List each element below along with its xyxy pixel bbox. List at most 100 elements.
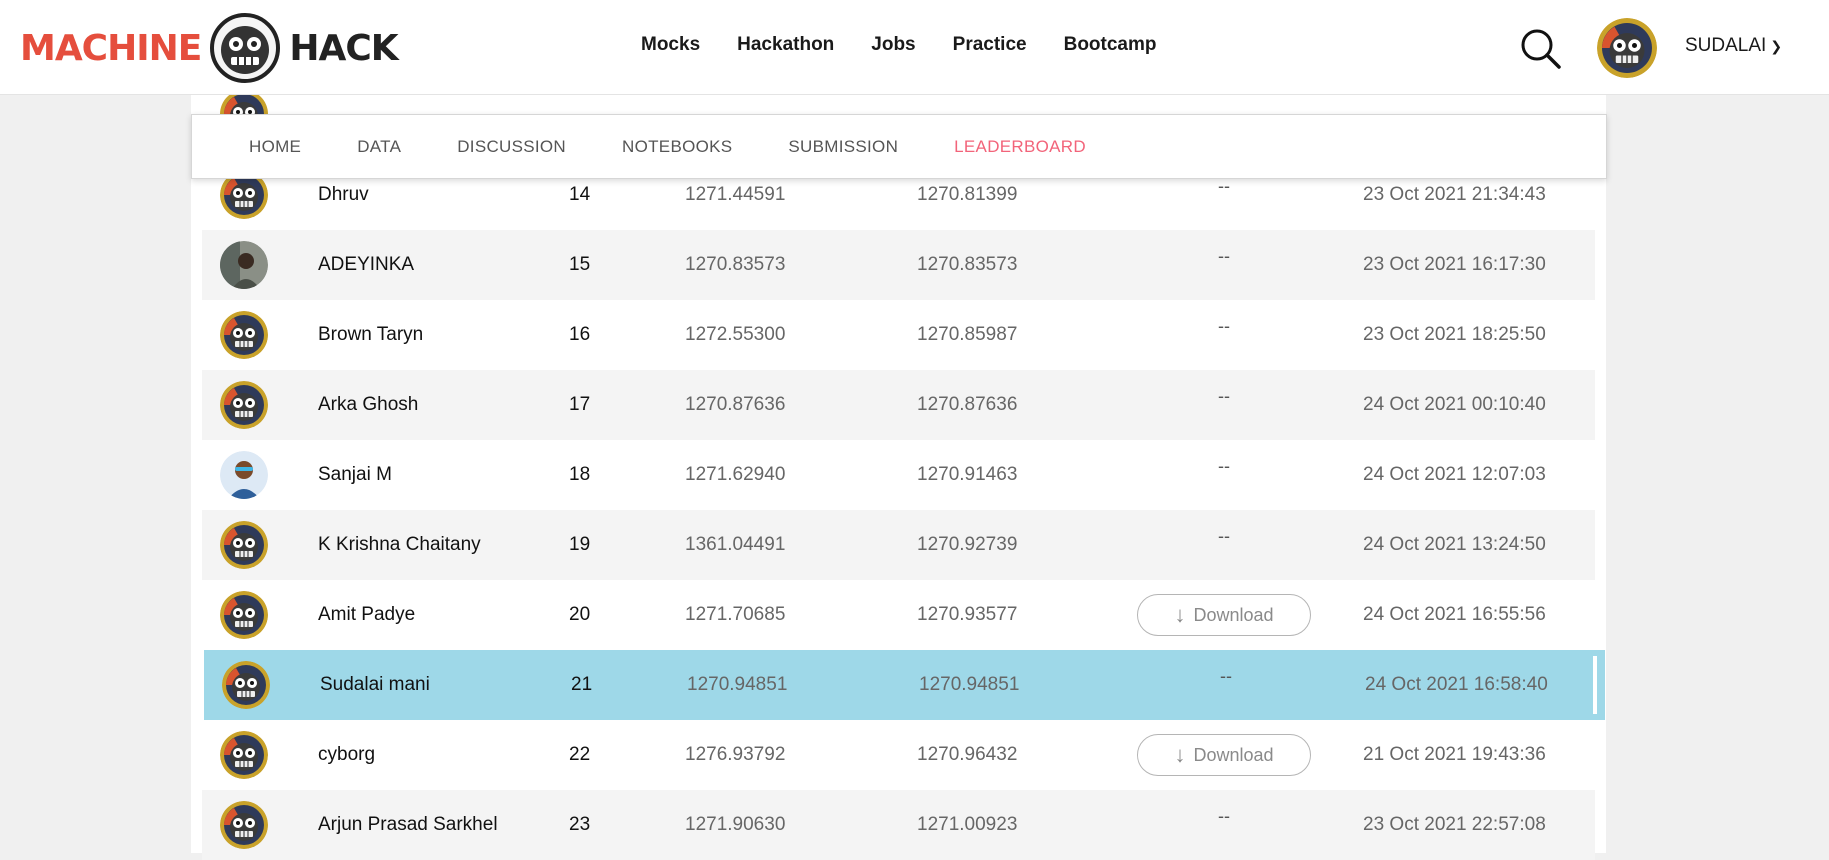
submission-date: 24 Oct 2021 16:58:40 (1365, 674, 1548, 695)
public-score: 1271.62940 (685, 464, 786, 485)
robot-avatar-icon[interactable] (222, 661, 270, 709)
search-icon[interactable] (1520, 28, 1562, 75)
rank: 20 (569, 604, 591, 625)
submission-empty: -- (1218, 455, 1230, 476)
participant-name[interactable]: K Krishna Chaitany (318, 510, 481, 580)
submission-date: 24 Oct 2021 16:55:56 (1363, 604, 1546, 625)
tab-submission[interactable]: SUBMISSION (788, 137, 898, 157)
tab-leaderboard[interactable]: LEADERBOARD (954, 137, 1086, 157)
main-nav: Mocks Hackathon Jobs Practice Bootcamp (641, 34, 1194, 56)
private-score: 1270.92739 (917, 534, 1018, 555)
robot-avatar-icon[interactable] (220, 381, 268, 429)
download-arrow-icon: ↓ (1174, 602, 1186, 627)
private-score: 1270.85987 (917, 324, 1018, 345)
public-score: 1270.87636 (685, 394, 786, 415)
rank: 15 (569, 254, 591, 275)
submission-empty: -- (1218, 525, 1230, 546)
participant-name[interactable]: Brown Taryn (318, 300, 423, 370)
logo-text-machine: MACHINE (20, 27, 202, 69)
download-label: Download (1193, 744, 1274, 765)
robot-avatar-icon[interactable] (220, 521, 268, 569)
robot-avatar-icon[interactable] (220, 311, 268, 359)
submission-date: 23 Oct 2021 18:25:50 (1363, 324, 1546, 345)
public-score: 1271.90630 (685, 814, 786, 835)
private-score: 1270.83573 (917, 254, 1018, 275)
download-label: Download (1193, 604, 1274, 625)
machinehack-logo[interactable]: MACHINE HACK (20, 12, 399, 84)
public-score: 1271.70685 (685, 604, 786, 625)
scrollbar-thumb[interactable] (1593, 656, 1597, 714)
chevron-down-icon: ❯ (1770, 37, 1783, 54)
user-photo-icon[interactable] (220, 451, 268, 499)
submission-date: 21 Oct 2021 19:43:36 (1363, 744, 1546, 765)
participant-name[interactable]: Arka Ghosh (318, 370, 418, 440)
nav-practice[interactable]: Practice (953, 34, 1027, 56)
tab-notebooks[interactable]: NOTEBOOKS (622, 137, 732, 157)
user-name: SUDALAI (1685, 35, 1767, 56)
submission-date: 23 Oct 2021 22:57:08 (1363, 814, 1546, 835)
submission-date: 23 Oct 2021 16:17:30 (1363, 254, 1546, 275)
hidden-row-peek (202, 94, 1595, 114)
table-row[interactable]: cyborg 22 1276.93792 1270.96432 ↓ Download 21 … (202, 720, 1595, 790)
table-row[interactable]: K Krishna Chaitany 19 1361.04491 1270.92739… (202, 510, 1595, 580)
rank: 23 (569, 814, 591, 835)
public-score: 1276.93792 (685, 744, 786, 765)
download-button[interactable]: ↓ Download (1137, 594, 1311, 636)
download-arrow-icon: ↓ (1174, 742, 1186, 767)
robot-avatar-icon[interactable] (220, 731, 268, 779)
astronaut-logo-icon (210, 13, 281, 83)
private-score: 1270.93577 (917, 604, 1018, 625)
participant-name[interactable]: Amit Padye (318, 580, 415, 650)
nav-jobs[interactable]: Jobs (871, 34, 915, 56)
public-score: 1272.55300 (685, 324, 786, 345)
rank: 21 (571, 674, 593, 695)
user-menu-dropdown[interactable]: SUDALAI ❯ (1685, 35, 1782, 57)
private-score: 1270.94851 (919, 674, 1020, 695)
private-score: 1270.87636 (917, 394, 1018, 415)
nav-mocks[interactable]: Mocks (641, 34, 700, 56)
table-row[interactable]: Brown Taryn 16 1272.55300 1270.85987 -- 23 Oc… (202, 300, 1595, 370)
logo-text-hack: HACK (289, 27, 398, 69)
table-row[interactable]: Arka Ghosh 17 1270.87636 1270.87636 -- 24 Oct… (202, 370, 1595, 440)
rank: 16 (569, 324, 591, 345)
user-photo-icon[interactable] (220, 241, 268, 289)
nav-hackathon[interactable]: Hackathon (737, 34, 834, 56)
nav-bootcamp[interactable]: Bootcamp (1064, 34, 1157, 56)
participant-name[interactable]: cyborg (318, 720, 375, 790)
tab-discussion[interactable]: DISCUSSION (457, 137, 566, 157)
tab-home[interactable]: HOME (249, 137, 301, 157)
submission-empty: -- (1218, 315, 1230, 336)
participant-name[interactable]: Sanjai M (318, 440, 392, 510)
user-avatar[interactable] (1597, 18, 1657, 78)
public-score: 1270.83573 (685, 254, 786, 275)
tab-data[interactable]: DATA (357, 137, 401, 157)
table-row-current-user[interactable]: Sudalai mani 21 1270.94851 1270.94851 -- 24 O… (204, 650, 1605, 720)
competition-tabs: HOME DATA DISCUSSION NOTEBOOKS SUBMISSIO… (191, 114, 1607, 179)
participant-name[interactable]: Arjun Prasad Sarkhel (318, 790, 498, 860)
download-button[interactable]: ↓ Download (1137, 734, 1311, 776)
rank: 18 (569, 464, 591, 485)
submission-empty: -- (1218, 245, 1230, 266)
submission-date: 24 Oct 2021 12:07:03 (1363, 464, 1546, 485)
participant-name[interactable]: ADEYINKA (318, 230, 414, 300)
submission-empty: -- (1220, 665, 1232, 686)
private-score: 1270.91463 (917, 464, 1018, 485)
rank: 17 (569, 394, 591, 415)
submission-date: 24 Oct 2021 00:10:40 (1363, 394, 1546, 415)
table-row[interactable]: Arjun Prasad Sarkhel 23 1271.90630 1271.009… (202, 790, 1595, 860)
table-row[interactable]: Amit Padye 20 1271.70685 1270.93577 ↓ Downloa… (202, 580, 1595, 650)
table-row[interactable]: ADEYINKA 15 1270.83573 1270.83573 -- 23 Oct 2… (202, 230, 1595, 300)
top-navbar: MACHINE HACK Mocks Hackathon Jobs Practi… (0, 0, 1829, 95)
table-row[interactable]: Sanjai M 18 1271.62940 1270.91463 -- 24 Oct 2… (202, 440, 1595, 510)
public-score: 1361.04491 (685, 534, 786, 555)
submission-empty: -- (1218, 385, 1230, 406)
rank: 22 (569, 744, 591, 765)
robot-avatar-icon (1597, 18, 1657, 78)
private-score: 1271.00923 (917, 814, 1018, 835)
robot-avatar-icon[interactable] (220, 591, 268, 639)
robot-avatar-icon (220, 94, 268, 114)
participant-name[interactable]: Sudalai mani (320, 650, 430, 720)
submission-empty: -- (1218, 805, 1230, 826)
robot-avatar-icon[interactable] (220, 801, 268, 849)
rank: 19 (569, 534, 591, 555)
